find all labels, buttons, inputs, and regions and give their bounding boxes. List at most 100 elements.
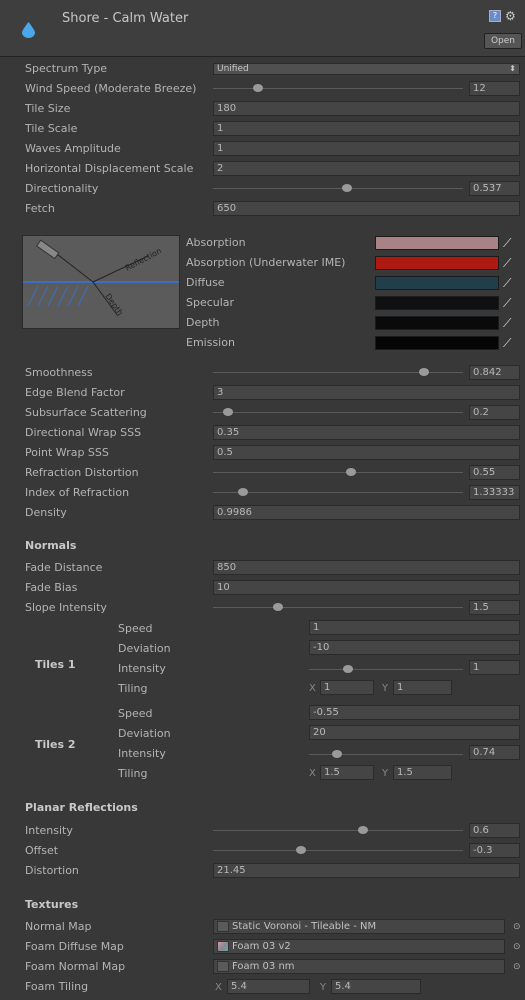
textures-section-title: Textures <box>25 898 79 911</box>
smoothness-field[interactable]: 0.842 <box>469 365 520 380</box>
diffuse-color-swatch[interactable] <box>375 276 499 290</box>
absorption-underwater-color-swatch[interactable] <box>375 256 499 270</box>
help-icon[interactable]: ? <box>489 10 501 22</box>
horizontal-displacement-label: Horizontal Displacement Scale <box>25 162 194 175</box>
tiles-2-tiling-x-field[interactable]: 1.5 <box>320 765 374 780</box>
open-button[interactable]: Open <box>484 33 522 49</box>
color-picker-icon[interactable]: ⟋ <box>503 296 517 310</box>
directionality-field[interactable]: 0.537 <box>469 181 520 196</box>
tiles-1-tiling-x-field[interactable]: 1 <box>320 680 374 695</box>
planar-offset-label: Offset <box>25 844 59 857</box>
tiles-2-intensity-field[interactable]: 0.74 <box>469 745 520 760</box>
tiles-2-deviation-label: Deviation <box>118 727 171 740</box>
color-label: Depth <box>186 316 220 329</box>
sss-label: Subsurface Scattering <box>25 406 147 419</box>
tiles-2-title: Tiles 2 <box>35 738 76 751</box>
tiles-1-deviation-field[interactable]: -10 <box>309 640 520 655</box>
planar-distortion-field[interactable]: 21.45 <box>213 863 520 878</box>
smoothness-slider[interactable] <box>213 368 463 376</box>
depth-color-swatch[interactable] <box>375 316 499 330</box>
spectrum-type-label: Spectrum Type <box>25 62 108 75</box>
object-picker-icon[interactable]: ⊙ <box>513 923 521 932</box>
ior-field[interactable]: 1.33333 <box>469 485 520 500</box>
waves-amplitude-field[interactable]: 1 <box>213 141 520 156</box>
fetch-field[interactable]: 650 <box>213 201 520 216</box>
refraction-distortion-field[interactable]: 0.55 <box>469 465 520 480</box>
slider-knob[interactable] <box>238 488 248 496</box>
planar-intensity-slider[interactable] <box>213 826 463 834</box>
absorption-color-swatch[interactable] <box>375 236 499 250</box>
slider-knob[interactable] <box>342 665 353 673</box>
tiles-1-intensity-field[interactable]: 1 <box>469 660 520 675</box>
tiles-1-tiling-y-field[interactable]: 1 <box>393 680 452 695</box>
specular-color-swatch[interactable] <box>375 296 499 310</box>
material-title: Shore - Calm Water <box>62 11 189 26</box>
slider-knob[interactable] <box>342 184 353 192</box>
normal-map-field[interactable]: Static Voronoi - Tileable - NM <box>213 919 505 934</box>
refraction-distortion-slider[interactable] <box>213 468 463 476</box>
ior-slider[interactable] <box>213 488 463 496</box>
object-picker-icon[interactable]: ⊙ <box>513 943 521 952</box>
sss-slider[interactable] <box>213 408 463 416</box>
slider-knob[interactable] <box>253 84 263 92</box>
slope-intensity-field[interactable]: 1.5 <box>469 600 520 615</box>
slider-knob[interactable] <box>273 603 283 611</box>
color-picker-icon[interactable]: ⟋ <box>503 316 517 330</box>
normals-section-title: Normals <box>25 539 77 552</box>
fetch-label: Fetch <box>25 202 55 215</box>
tiles-1-speed-field[interactable]: 1 <box>309 620 520 635</box>
planar-offset-slider[interactable] <box>213 846 463 854</box>
tile-scale-row: Tile Scale 1 <box>0 119 525 139</box>
planar-intensity-field[interactable]: 0.6 <box>469 823 520 838</box>
color-picker-icon[interactable]: ⟋ <box>503 236 517 250</box>
planar-intensity-label: Intensity <box>25 824 73 837</box>
planar-offset-field[interactable]: -0.3 <box>469 843 520 858</box>
color-picker-icon[interactable]: ⟋ <box>503 256 517 270</box>
slider-knob[interactable] <box>358 826 368 834</box>
point-wrap-field[interactable]: 0.5 <box>213 445 520 460</box>
foam-tiling-x-field[interactable]: 5.4 <box>227 979 310 994</box>
density-label: Density <box>25 506 67 519</box>
tiles-1-deviation-label: Deviation <box>118 642 171 655</box>
color-label: Diffuse <box>186 276 225 289</box>
slope-intensity-row: Slope Intensity 1.5 <box>0 598 525 618</box>
foam-tiling-y-field[interactable]: 5.4 <box>331 979 421 994</box>
foam-diffuse-label: Foam Diffuse Map <box>25 940 124 953</box>
wind-speed-field[interactable]: 12 <box>469 81 520 96</box>
planar-offset-row: Offset -0.3 <box>0 841 525 861</box>
sss-field[interactable]: 0.2 <box>469 405 520 420</box>
directionality-label: Directionality <box>25 182 99 195</box>
color-picker-icon[interactable]: ⟋ <box>503 336 517 350</box>
wind-speed-slider[interactable] <box>213 84 463 92</box>
slider-knob[interactable] <box>332 750 343 758</box>
directional-wrap-field[interactable]: 0.35 <box>213 425 520 440</box>
object-picker-icon[interactable]: ⊙ <box>513 963 521 972</box>
tiles-2-tiling-y-field[interactable]: 1.5 <box>393 765 452 780</box>
fade-distance-field[interactable]: 850 <box>213 560 520 575</box>
fetch-row: Fetch 650 <box>0 199 525 219</box>
directionality-slider[interactable] <box>213 184 463 192</box>
color-picker-icon[interactable]: ⟋ <box>503 276 517 290</box>
horizontal-displacement-field[interactable]: 2 <box>213 161 520 176</box>
slope-intensity-slider[interactable] <box>213 603 463 611</box>
tiles-2-intensity-slider[interactable] <box>309 750 463 758</box>
slider-knob[interactable] <box>295 846 306 854</box>
slider-knob[interactable] <box>223 408 233 416</box>
tiles-2-speed-field[interactable]: -0.55 <box>309 705 520 720</box>
directionality-row: Directionality 0.537 <box>0 179 525 199</box>
tile-scale-field[interactable]: 1 <box>213 121 520 136</box>
slider-knob[interactable] <box>345 468 356 476</box>
tiles-2-deviation-field[interactable]: 20 <box>309 725 520 740</box>
foam-tiling-label: Foam Tiling <box>25 980 89 993</box>
density-field[interactable]: 0.9986 <box>213 505 520 520</box>
gear-icon[interactable]: ⚙ <box>505 10 517 22</box>
fade-bias-field[interactable]: 10 <box>213 580 520 595</box>
tiles-1-intensity-slider[interactable] <box>309 665 463 673</box>
foam-diffuse-field[interactable]: Foam 03 v2 <box>213 939 505 954</box>
emission-color-swatch[interactable] <box>375 336 499 350</box>
slider-knob[interactable] <box>418 368 429 376</box>
foam-normal-field[interactable]: Foam 03 nm <box>213 959 505 974</box>
spectrum-type-dropdown[interactable]: Unified ⬍ <box>213 63 520 75</box>
edge-blend-field[interactable]: 3 <box>213 385 520 400</box>
tile-size-field[interactable]: 180 <box>213 101 520 116</box>
